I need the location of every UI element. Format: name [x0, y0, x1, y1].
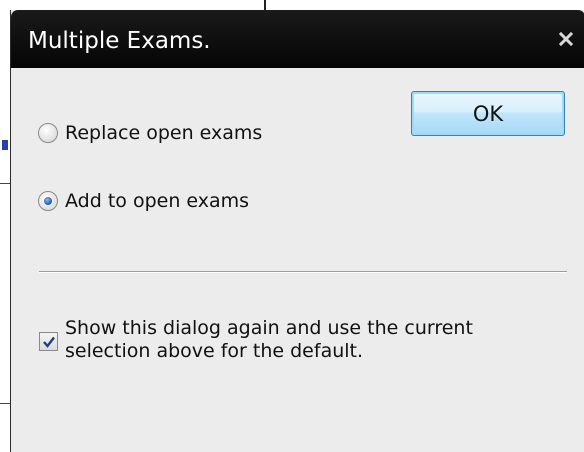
radio-button-add[interactable] [38, 191, 58, 211]
ok-button[interactable]: OK [411, 91, 565, 136]
show-dialog-again-label: Show this dialog again and use the curre… [65, 317, 525, 363]
radio-replace-open-exams[interactable]: Replace open exams [38, 122, 262, 144]
show-dialog-again-checkbox[interactable] [39, 332, 58, 351]
screen: Multiple Exams. OK Replace open exams Ad… [0, 0, 584, 452]
dialog-title: Multiple Exams. [28, 28, 211, 54]
separator-line [39, 271, 567, 273]
dialog-titlebar[interactable]: Multiple Exams. [11, 10, 584, 68]
radio-label-replace: Replace open exams [65, 122, 263, 144]
background-artifact [0, 183, 10, 184]
background-artifact [264, 0, 266, 10]
close-icon [558, 31, 574, 47]
checkmark-icon [42, 336, 55, 348]
multiple-exams-dialog: Multiple Exams. OK Replace open exams Ad… [10, 10, 584, 452]
radio-label-add: Add to open exams [65, 190, 250, 212]
close-button[interactable] [549, 22, 583, 56]
background-artifact [2, 140, 8, 150]
radio-button-replace[interactable] [38, 123, 58, 143]
background-artifact [0, 403, 10, 404]
radio-add-to-open-exams[interactable]: Add to open exams [38, 190, 249, 212]
checkbox-label-line2: selection above for the default. [65, 340, 364, 362]
show-dialog-again-option[interactable]: Show this dialog again and use the curre… [39, 317, 525, 363]
checkbox-label-line1: Show this dialog again and use the curre… [65, 317, 473, 339]
